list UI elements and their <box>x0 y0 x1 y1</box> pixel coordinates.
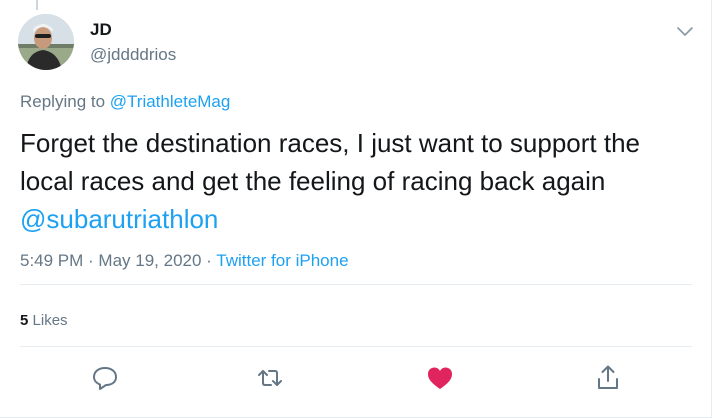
tweet-text-line-1: Forget the destination races, I just wan… <box>20 128 641 158</box>
likes-label: Likes <box>32 312 68 329</box>
meta-separator: · <box>83 251 99 270</box>
tweet-meta: 5:49 PM · May 19, 2020 · Twitter for iPh… <box>20 251 349 271</box>
meta-separator: · <box>201 251 217 270</box>
replying-to-label: Replying to <box>20 92 110 111</box>
thread-line <box>36 0 38 10</box>
likes-stat[interactable]: 5 Likes <box>20 312 68 329</box>
heart-icon[interactable] <box>424 362 456 394</box>
author-name[interactable]: JD <box>90 20 112 40</box>
replying-to: Replying to @TriathleteMag <box>20 92 230 112</box>
divider <box>20 346 692 347</box>
divider <box>20 284 692 285</box>
tweet-card: JD @jddddrios Replying to @TriathleteMag… <box>0 0 712 418</box>
share-icon[interactable] <box>592 362 624 394</box>
mention-link[interactable]: @subarutriathlon <box>20 204 218 234</box>
tweet-source[interactable]: Twitter for iPhone <box>216 251 348 270</box>
tweet-date[interactable]: May 19, 2020 <box>98 251 201 270</box>
replying-to-link[interactable]: @TriathleteMag <box>110 92 231 111</box>
tweet-time[interactable]: 5:49 PM <box>20 251 83 270</box>
author-handle[interactable]: @jddddrios <box>90 45 176 65</box>
reply-icon[interactable] <box>89 362 121 394</box>
likes-count: 5 <box>20 312 29 329</box>
tweet-text-line-2: local races and get the feeling of racin… <box>20 166 606 196</box>
chevron-down-icon[interactable] <box>675 24 695 40</box>
retweet-icon[interactable] <box>254 362 286 394</box>
tweet-text: Forget the destination races, I just wan… <box>20 124 700 238</box>
avatar[interactable] <box>18 14 74 70</box>
